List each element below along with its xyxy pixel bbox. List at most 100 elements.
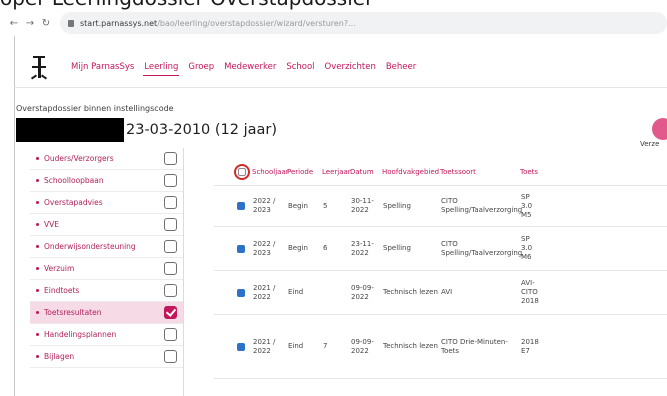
forward-arrow-icon[interactable]: → [22, 15, 38, 31]
cell-hoofdvakgebied: Technisch lezen [383, 342, 438, 350]
cell-hoofdvakgebied: Technisch lezen [383, 288, 438, 296]
student-birthdate: 23-03-2010 (12 jaar) [126, 122, 278, 138]
cell-toets: AVI- CITO 2018 [521, 279, 539, 305]
col-toets[interactable]: Toets [520, 168, 550, 176]
col-toetssoort[interactable]: Toetssoort [440, 168, 520, 176]
cell-schooljaar: 2022 /2023 [253, 239, 276, 257]
nav-overzichten[interactable]: Overzichten [324, 59, 377, 75]
cell-periode: Eind [288, 288, 304, 296]
sidebar-item-label: Toetsresultaten [44, 308, 102, 317]
bullet-icon [36, 245, 39, 248]
cell-hoofdvakgebied: Spelling [383, 244, 411, 252]
cell-toets: SP 3.0 M5 [521, 192, 533, 219]
sidebar-item-vve[interactable]: VVE [30, 214, 183, 236]
section-checkbox[interactable] [164, 174, 177, 187]
section-checkbox[interactable] [164, 196, 177, 209]
nav-medewerker[interactable]: Medewerker [223, 59, 277, 75]
nav-beheer[interactable]: Beheer [385, 59, 417, 75]
row-checkbox[interactable] [237, 288, 245, 297]
bullet-icon [36, 179, 39, 182]
cell-schooljaar: 2022 /2023 [253, 197, 276, 214]
bullet-icon [36, 267, 39, 270]
cell-datum: 09-09- 2022 [351, 337, 374, 355]
cell-toetssoort: CITO Spelling/Taalverzorging [441, 239, 523, 257]
student-header: 23-03-2010 (12 jaar) [16, 118, 277, 142]
cell-toetssoort: AVI [441, 288, 453, 296]
browser-toolbar: ← → ↻ start.parnassys.net /bao/leerling/… [6, 10, 667, 36]
cell-datum: 23-11- 2022 [351, 239, 374, 257]
nav-leerling[interactable]: Leerling [143, 59, 180, 76]
test-results-table: Schooljaar Periode Leerjaar Datum Hoofdv… [214, 158, 667, 396]
row-checkbox[interactable] [237, 342, 245, 351]
table-header: Schooljaar Periode Leerjaar Datum Hoofdv… [214, 158, 667, 186]
sidebar-item-onderwijsondersteuning[interactable]: Onderwijsondersteuning [30, 236, 183, 258]
table-row[interactable]: 2022 /2023 Begin 5 30-11- 2022 Spelling C… [214, 186, 667, 227]
app-window: oper Leerlingdossier Overstapdossier ← →… [0, 0, 667, 396]
window-edge-divider [14, 36, 15, 396]
url-path: /bao/leerling/overstapdossier/wizard/ver… [157, 18, 356, 28]
section-checkbox[interactable] [164, 240, 177, 253]
section-checkbox[interactable] [164, 152, 177, 165]
sidebar-item-label: Eindtoets [44, 286, 80, 295]
sidebar-item-bijlagen[interactable]: Bijlagen [30, 346, 183, 368]
col-leerjaar[interactable]: Leerjaar [322, 168, 351, 176]
bullet-icon [36, 157, 39, 160]
redacted-student-name [16, 118, 124, 142]
sidebar-item-schoolloopbaan[interactable]: Schoolloopbaan [30, 170, 183, 192]
cell-toets: SP 3.0 M6 [521, 235, 533, 261]
sidebar-item-label: Bijlagen [44, 352, 75, 361]
send-button-label[interactable]: Verze [640, 140, 659, 148]
sidebar-item-label: VVE [44, 220, 59, 229]
section-checkbox[interactable] [164, 218, 177, 231]
bullet-icon [36, 201, 39, 204]
cell-schooljaar: 2021 /2022 [253, 337, 276, 355]
sidebar-item-label: Schoolloopbaan [44, 176, 104, 185]
cell-toets: 2018 E7 [521, 337, 539, 355]
sidebar-item-ouders[interactable]: Ouders/Verzorgers [30, 148, 183, 170]
table-row[interactable]: 2021 /2022 Eind 09-09- 2022 Technisch lez… [214, 271, 667, 315]
sidebar-item-verzuim[interactable]: Verzuim [30, 258, 183, 280]
table-row[interactable]: 2021 /2022 Eind 7 09-09- 2022 Technisch l… [214, 315, 667, 379]
col-hoofdvakgebied[interactable]: Hoofdvakgebied [382, 168, 440, 176]
sidebar-item-handelingsplannen[interactable]: Handelingsplannen [30, 324, 183, 346]
sidebar-item-eindtoets[interactable]: Eindtoets [30, 280, 183, 302]
bullet-icon [36, 355, 39, 358]
cell-periode: Begin [288, 244, 308, 252]
nav-school[interactable]: School [285, 59, 315, 75]
bullet-icon [36, 311, 39, 314]
reload-icon[interactable]: ↻ [38, 15, 54, 31]
table-row[interactable]: 2022 /2023 Begin 6 23-11- 2022 Spelling C… [214, 227, 667, 271]
nav-groep[interactable]: Groep [187, 59, 215, 75]
col-periode[interactable]: Periode [287, 168, 322, 176]
row-checkbox[interactable] [237, 244, 245, 253]
back-arrow-icon[interactable]: ← [6, 15, 22, 31]
url-host: start.parnassys.net [80, 18, 158, 28]
send-button-icon[interactable] [652, 118, 667, 140]
nav-mijn-parnassys[interactable]: Mijn ParnasSys [70, 59, 135, 75]
sidebar-item-label: Onderwijsondersteuning [44, 242, 136, 251]
col-schooljaar[interactable]: Schooljaar [252, 168, 289, 176]
cell-hoofdvakgebied: Spelling [383, 201, 411, 210]
section-checkbox[interactable] [164, 284, 177, 297]
section-checkbox[interactable] [164, 328, 177, 341]
sidebar-item-label: Overstapadvies [44, 198, 103, 207]
section-checkbox[interactable] [164, 262, 177, 275]
sidebar-item-label: Handelingsplannen [44, 330, 117, 339]
cell-periode: Begin [288, 201, 308, 210]
cell-leerjaar: 6 [323, 244, 328, 252]
sidebar-item-overstapadvies[interactable]: Overstapadvies [30, 192, 183, 214]
section-checkbox[interactable] [164, 350, 177, 363]
bullet-icon [36, 333, 39, 336]
cell-leerjaar: 5 [323, 201, 328, 210]
dossier-sections-sidebar: Ouders/Verzorgers Schoolloopbaan Oversta… [30, 148, 184, 396]
select-all-checkbox[interactable] [234, 163, 250, 180]
cell-toetssoort: CITO Drie-Minuten- Toets [441, 337, 508, 355]
row-checkbox[interactable] [237, 202, 245, 210]
section-checkbox-checked[interactable] [164, 306, 177, 319]
parnassys-logo[interactable] [30, 56, 48, 80]
main-navigation: Mijn ParnasSys Leerling Groep Medewerker… [30, 54, 417, 80]
sidebar-item-toetsresultaten[interactable]: Toetsresultaten [30, 302, 183, 324]
col-datum[interactable]: Datum [350, 168, 382, 176]
address-bar[interactable]: start.parnassys.net /bao/leerling/overst… [60, 12, 667, 34]
screenshot-caption: oper Leerlingdossier Overstapdossier [0, 0, 667, 10]
